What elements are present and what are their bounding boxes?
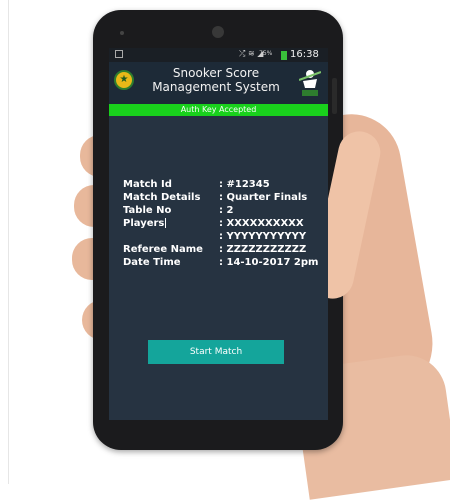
match-details-label: Match Details [123,192,201,203]
battery-percent: 75% [259,50,273,57]
battery-icon [281,51,287,60]
app-title-line2: Management System [152,80,280,94]
app-title: Snooker Score Management System [141,66,291,94]
phone-sensor [120,31,124,35]
players-label-wrap: Players [123,218,167,229]
detail-row-match-details: Match Details : Quarter Finals [123,192,328,205]
status-bar: ⤮ ≋ ◢ 75% 16:38 [109,48,328,62]
match-id-value: : #12345 [219,179,270,190]
app-header: ★ Snooker Score Management System [109,62,328,104]
phone-screen: ⤮ ≋ ◢ 75% 16:38 ★ Snooker Score Manageme… [109,48,328,420]
table-no-value: : 2 [219,205,234,216]
player1-value: : XXXXXXXXXX [219,218,304,229]
datetime-value: : 14-10-2017 2pm [219,257,319,268]
player2-value: : YYYYYYYYYYY [219,231,307,242]
referee-value: : ZZZZZZZZZZZ [219,244,307,255]
start-match-button[interactable]: Start Match [148,340,284,364]
detail-row-referee: Referee Name : ZZZZZZZZZZZ [123,244,328,257]
match-details-panel: Match Id : #12345 Match Details : Quarte… [123,179,328,270]
detail-row-players: Players : XXXXXXXXXX [123,218,328,231]
auth-status-banner: Auth Key Accepted [109,104,328,116]
phone-camera [212,26,224,38]
datetime-label: Date Time [123,257,181,268]
phone-side-button [332,78,337,114]
text-cursor [165,218,167,228]
detail-row-player2: : YYYYYYYYYYY [123,231,328,244]
snooker-player-icon [298,68,322,98]
status-time: 16:38 [290,49,319,60]
detail-row-match-id: Match Id : #12345 [123,179,328,192]
match-id-label: Match Id [123,179,172,190]
match-details-value: : Quarter Finals [219,192,308,203]
players-label: Players [123,218,165,229]
referee-label: Referee Name [123,244,203,255]
page-border [8,0,9,484]
table-no-label: Table No [123,205,172,216]
detail-row-datetime: Date Time : 14-10-2017 2pm [123,257,328,270]
notification-icon [115,50,123,58]
detail-row-table-no: Table No : 2 [123,205,328,218]
app-title-line1: Snooker Score [172,66,260,80]
star-logo-icon: ★ [114,70,134,90]
